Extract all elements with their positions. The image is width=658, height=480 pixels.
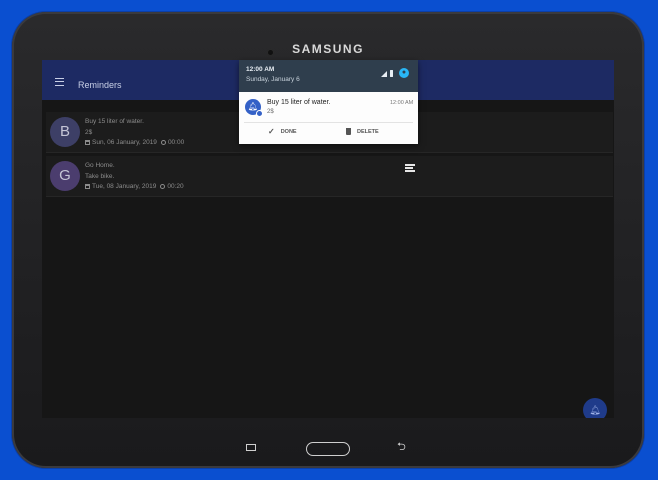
battery-icon	[390, 70, 393, 77]
done-label: DONE	[280, 129, 297, 135]
avatar: G	[50, 161, 80, 191]
notification-time: 12:00 AM	[390, 100, 414, 106]
reminder-date: Tue, 08 January, 2019	[92, 183, 157, 190]
notification-shade: 12:00 AM Sunday, January 6 ● 🔔︎ Buy 15 l…	[239, 60, 418, 144]
front-camera	[268, 50, 273, 55]
calendar-icon	[85, 184, 90, 189]
reminder-title: Go Home.	[85, 162, 115, 169]
page-title: Reminders	[78, 80, 122, 90]
list-item[interactable]: G Go Home. Take bike. Tue, 08 January, 2…	[46, 156, 613, 197]
check-icon: ✓	[268, 127, 275, 136]
add-reminder-button[interactable]: 🔔︎	[583, 398, 607, 418]
recent-apps-button[interactable]	[246, 444, 256, 451]
reminder-time: 00:20	[167, 183, 184, 190]
account-icon[interactable]: ●	[399, 68, 409, 78]
reminder-datetime: Sun, 06 January, 2019 00:00	[85, 139, 184, 146]
status-time: 12:00 AM	[246, 66, 275, 73]
delete-label: DELETE	[357, 128, 379, 135]
menu-icon[interactable]	[55, 78, 64, 86]
status-date: Sunday, January 6	[246, 76, 300, 83]
reminder-note: 2$	[85, 129, 93, 136]
notification-body: 2$	[267, 109, 274, 115]
brand-logo: SAMSUNG	[292, 42, 364, 56]
done-button[interactable]: ✓ DONE	[268, 128, 297, 136]
bell-icon: 🔔︎	[589, 405, 601, 415]
divider	[244, 122, 413, 123]
reminder-date: Sun, 06 January, 2019	[92, 139, 157, 146]
sort-icon[interactable]	[405, 164, 415, 172]
trash-icon	[346, 128, 351, 135]
clock-icon	[160, 184, 166, 189]
back-button[interactable]: ⮌	[397, 440, 406, 454]
reminder-note: Take bike.	[85, 173, 115, 180]
reminder-title: Buy 15 liter of water.	[85, 118, 144, 125]
signal-icon	[381, 71, 387, 77]
delete-button[interactable]: DELETE	[346, 128, 379, 135]
avatar: B	[50, 117, 80, 147]
calendar-icon	[85, 140, 90, 145]
clock-icon	[160, 140, 166, 145]
notification-badge-icon	[256, 110, 263, 117]
reminder-time: 00:00	[167, 139, 185, 146]
shade-header: 12:00 AM Sunday, January 6 ●	[239, 60, 418, 92]
notification-title[interactable]: Buy 15 liter of water.	[267, 99, 330, 106]
reminder-datetime: Tue, 08 January, 2019 00:20	[85, 183, 184, 190]
home-button[interactable]	[306, 442, 350, 456]
